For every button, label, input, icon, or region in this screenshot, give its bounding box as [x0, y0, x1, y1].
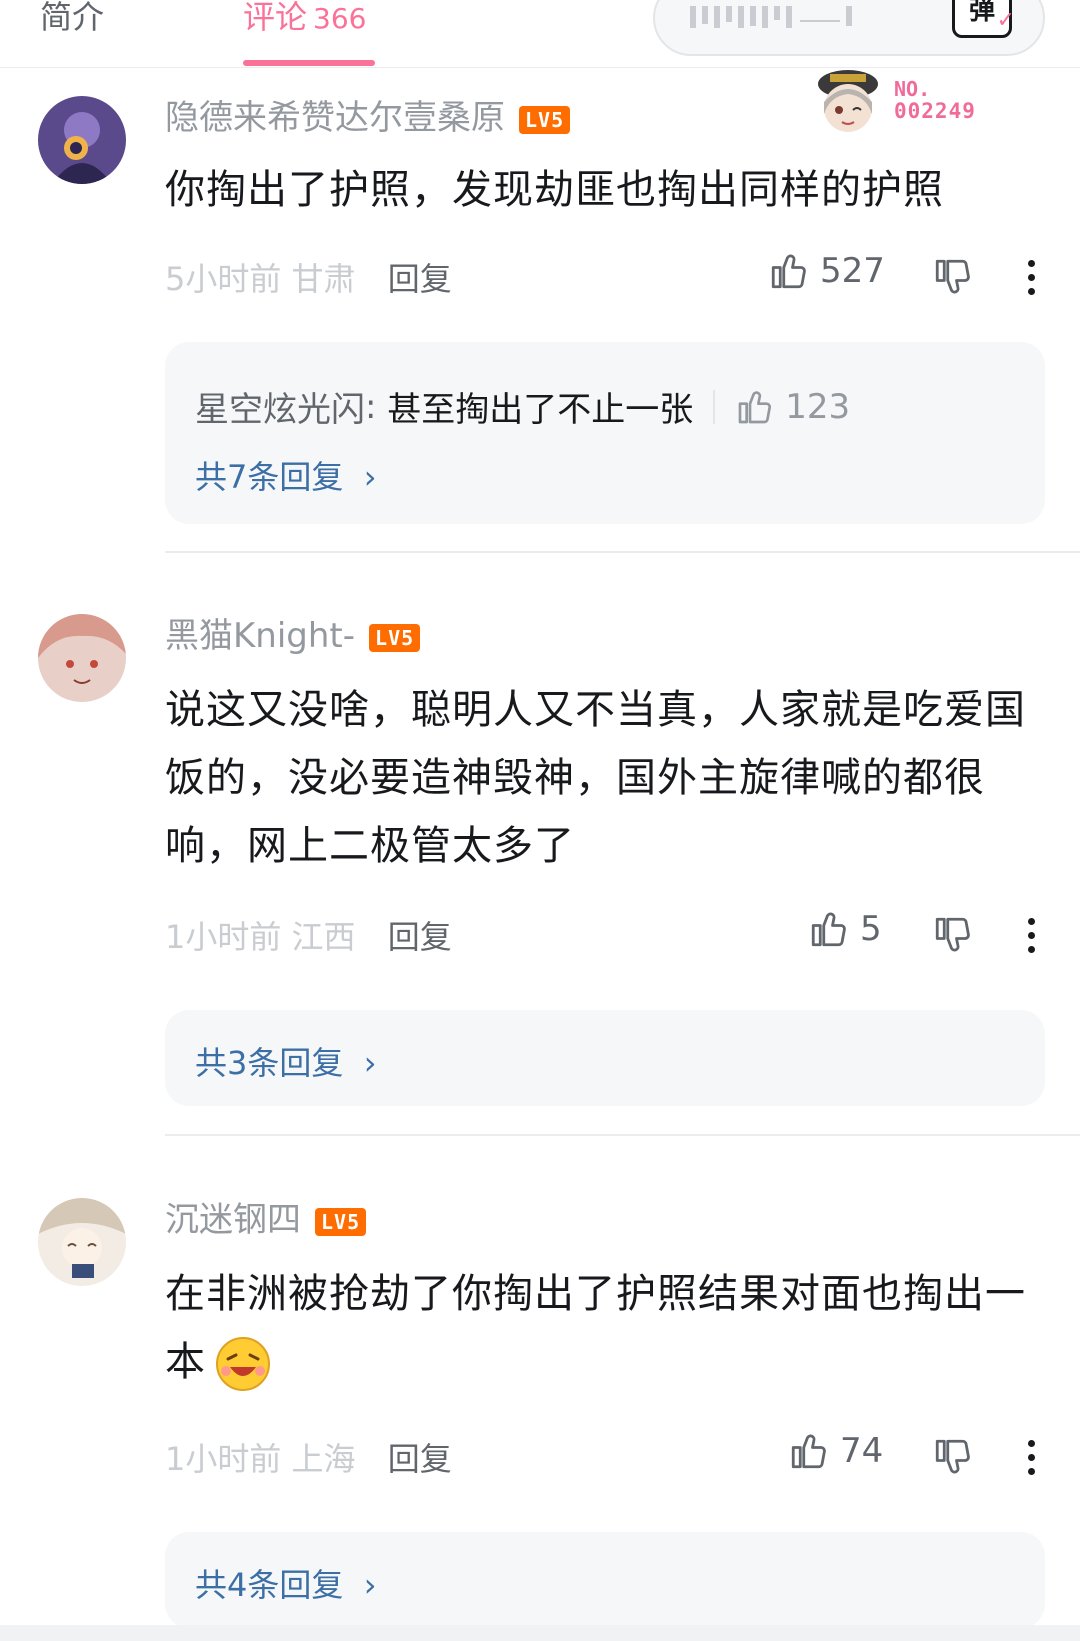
like-count: 74 — [840, 1431, 884, 1471]
reply-preview[interactable]: 星空炫光闪: 甚至掏出了不止一张 123 共7条回复 › — [165, 342, 1045, 524]
reply-preview[interactable]: 共3条回复 › — [165, 1010, 1045, 1106]
sub-reply-text: 甚至掏出了不止一张 — [387, 390, 694, 430]
level-badge: LV5 — [369, 623, 421, 652]
like-count: 5 — [860, 909, 882, 949]
thumbs-up-icon — [791, 1434, 826, 1469]
danmaku-placeholder — [690, 6, 880, 28]
character-avatar-icon — [818, 70, 878, 132]
reply-button[interactable]: 回复 — [388, 918, 452, 956]
reply-count-text: 共3条回复 — [195, 1044, 344, 1082]
avatar[interactable] — [38, 96, 126, 184]
thumbs-up-icon — [771, 254, 806, 289]
comment-meta: 1小时前 江西 回复 — [165, 912, 452, 958]
fan-badge: NO. 002249 — [808, 66, 998, 140]
dislike-button[interactable] — [932, 256, 974, 302]
more-icon[interactable] — [1028, 918, 1036, 960]
reply-button[interactable]: 回复 — [388, 260, 452, 298]
thumbs-up-icon — [738, 390, 772, 423]
thumbs-down-icon — [935, 1439, 970, 1474]
thumbs-up-icon — [811, 912, 846, 947]
location: 上海 — [291, 1440, 356, 1478]
thumbs-down-icon — [935, 917, 970, 952]
tab-bar: 简介 评论 366 弹 ✓ — [0, 0, 1080, 68]
like-count: 527 — [820, 251, 885, 291]
reply-button[interactable]: 回复 — [388, 1440, 452, 1478]
comments-count: 366 — [313, 2, 367, 35]
thumbs-down-icon — [935, 259, 970, 294]
username[interactable]: 隐德来希赞达尔壹桑原 LV5 — [165, 90, 571, 139]
chevron-right-icon: › — [353, 458, 377, 496]
sub-reply-user[interactable]: 星空炫光闪 — [195, 382, 365, 431]
timestamp: 1小时前 — [165, 1440, 282, 1478]
sub-reply: 星空炫光闪: 甚至掏出了不止一张 123 — [195, 382, 850, 431]
avatar[interactable] — [38, 1198, 126, 1286]
comment-body: 在非洲被抢劫了你掏出了护照结果对面也掏出一本 — [165, 1271, 1026, 1385]
more-icon[interactable] — [1028, 260, 1036, 302]
location: 江西 — [291, 918, 356, 956]
divider — [165, 1134, 1080, 1136]
laughing-emoji-icon — [216, 1337, 270, 1391]
dislike-button[interactable] — [932, 1436, 974, 1482]
user-avatar-icon — [38, 96, 126, 184]
badge-number: NO. 002249 — [894, 78, 976, 122]
username-text: 沉迷钢四 — [165, 1200, 301, 1240]
view-replies-link[interactable]: 共3条回复 › — [195, 1038, 377, 1084]
badge-id: 002249 — [894, 99, 976, 123]
tab-comments[interactable]: 评论 366 — [243, 0, 366, 38]
view-replies-link[interactable]: 共4条回复 › — [195, 1560, 377, 1606]
level-badge: LV5 — [519, 105, 571, 134]
reply-count-text: 共7条回复 — [195, 458, 344, 496]
username-text: 黑猫Knight- — [165, 616, 356, 656]
user-avatar-icon — [38, 614, 126, 702]
username-text: 隐德来希赞达尔壹桑原 — [165, 98, 505, 138]
more-icon[interactable] — [1028, 1440, 1036, 1482]
dislike-button[interactable] — [932, 914, 974, 960]
like-button[interactable]: 5 — [808, 908, 882, 950]
comment-text: 你掏出了护照，发现劫匪也掏出同样的护照 — [165, 167, 944, 213]
badge-label: NO. — [894, 77, 931, 101]
reply-count-text: 共4条回复 — [195, 1566, 344, 1604]
username[interactable]: 黑猫Knight- LV5 — [165, 608, 421, 657]
avatar[interactable] — [38, 614, 126, 702]
timestamp: 5小时前 — [165, 260, 282, 298]
tab-comments-label: 评论 — [243, 0, 308, 36]
username[interactable]: 沉迷钢四 LV5 — [165, 1192, 367, 1241]
chevron-right-icon: › — [353, 1566, 377, 1604]
like-button[interactable]: 527 — [768, 250, 885, 292]
check-icon: ✓ — [996, 8, 1015, 33]
sub-reply-like-count: 123 — [785, 386, 851, 427]
like-button[interactable]: 74 — [788, 1430, 883, 1472]
tab-intro[interactable]: 简介 — [40, 0, 104, 38]
reply-preview[interactable]: 共4条回复 › — [165, 1532, 1045, 1628]
timestamp: 1小时前 — [165, 918, 282, 956]
chevron-right-icon: › — [353, 1044, 377, 1082]
view-replies-link[interactable]: 共7条回复 › — [195, 452, 377, 498]
user-avatar-icon — [38, 1198, 126, 1286]
comment-text: 说这又没啥，聪明人又不当真，人家就是吃爱国饭的，没必要造神毁神，国外主旋律喊的都… — [165, 687, 1026, 869]
level-badge: LV5 — [315, 1207, 367, 1236]
comment-text: 在非洲被抢劫了你掏出了护照结果对面也掏出一本 — [165, 1260, 1045, 1396]
comment-meta: 5小时前 甘肃 回复 — [165, 254, 452, 300]
danmaku-label: 弹 — [968, 0, 995, 26]
active-tab-indicator — [243, 60, 375, 66]
location: 甘肃 — [291, 260, 356, 298]
divider — [165, 551, 1080, 553]
comment-meta: 1小时前 上海 回复 — [165, 1434, 452, 1480]
divider — [713, 389, 716, 424]
danmaku-toggle-button[interactable]: 弹 ✓ — [952, 0, 1015, 38]
sub-reply-like[interactable]: 123 — [735, 387, 850, 427]
bottom-edge — [0, 1625, 1080, 1641]
